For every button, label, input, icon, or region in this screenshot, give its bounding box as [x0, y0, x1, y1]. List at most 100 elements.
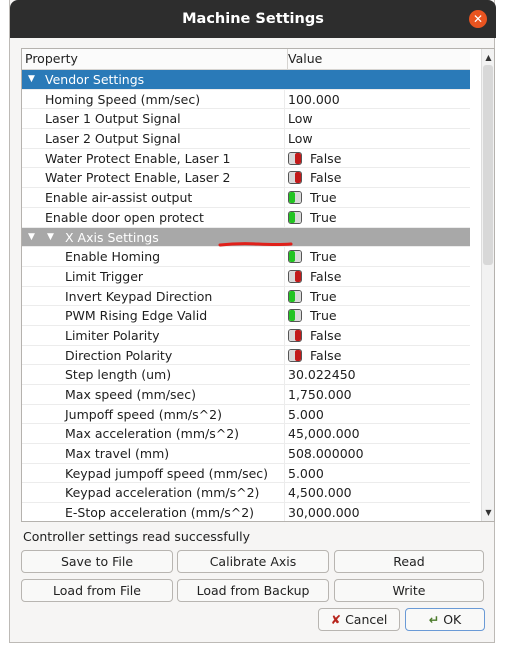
setting-row[interactable]: Enable Homing True	[22, 247, 470, 267]
setting-value[interactable]: 508.000000	[285, 444, 470, 463]
setting-row[interactable]: Keypad acceleration (mm/s^2) 4,500.000	[22, 483, 470, 504]
setting-value[interactable]: False	[285, 168, 470, 187]
setting-value[interactable]: True	[285, 287, 470, 306]
setting-value[interactable]: False	[285, 346, 470, 365]
column-header-property[interactable]: Property	[22, 49, 288, 69]
setting-value[interactable]: 5.000	[285, 405, 470, 424]
setting-row[interactable]: Water Protect Enable, Laser 1 False	[22, 148, 470, 169]
calibrate-axis-button[interactable]: Calibrate Axis	[177, 550, 329, 573]
setting-value[interactable]: 1,750.000	[285, 385, 470, 404]
setting-name: Step length (um)	[65, 367, 172, 383]
setting-row[interactable]: Max speed (mm/sec) 1,750.000	[22, 385, 470, 405]
toggle-switch-icon[interactable]	[288, 328, 302, 342]
group-label: Vendor Settings	[45, 72, 145, 87]
toggle-switch-icon[interactable]	[288, 250, 302, 264]
setting-name: Homing Speed (mm/sec)	[45, 91, 201, 107]
settings-tree[interactable]: Property Value ▼ Vendor Settings Homing …	[21, 48, 495, 522]
scroll-thumb[interactable]	[483, 65, 493, 265]
toggle-switch-icon[interactable]	[288, 348, 302, 362]
toggle-switch-icon[interactable]	[288, 151, 302, 165]
setting-row[interactable]: Max acceleration (mm/s^2) 45,000.000	[22, 424, 470, 445]
setting-row[interactable]: Keypad jumpoff speed (mm/sec) 5.000	[22, 463, 470, 484]
setting-row[interactable]: Enable door open protect True	[22, 207, 470, 228]
setting-value-text: 100.000	[288, 91, 340, 107]
setting-value[interactable]: False	[285, 326, 470, 345]
setting-value-text: False	[310, 347, 342, 363]
load-from-file-button[interactable]: Load from File	[21, 579, 173, 602]
machine-settings-dialog: Machine Settings ✕ Property Value ▼ Vend…	[9, 0, 496, 643]
toggle-switch-icon[interactable]	[288, 309, 302, 323]
setting-value-text: 30,000.000	[288, 505, 360, 521]
save-to-file-button[interactable]: Save to File	[21, 550, 173, 573]
vertical-scrollbar[interactable]: ▲ ▼	[481, 49, 494, 521]
setting-row[interactable]: Step length (um) 30.022450	[22, 365, 470, 385]
setting-value-text: True	[310, 209, 337, 225]
expand-arrow-icon[interactable]: ▼	[28, 228, 35, 247]
setting-row[interactable]: E-Stop acceleration (mm/s^2) 30,000.000	[22, 503, 470, 521]
setting-row[interactable]: Limiter Polarity False	[22, 325, 470, 346]
ok-button[interactable]: ↵ OK	[405, 608, 485, 631]
setting-value[interactable]: 5.000	[285, 464, 470, 483]
expand-arrow-icon[interactable]: ▼	[47, 228, 54, 247]
setting-name: E-Stop acceleration (mm/s^2)	[65, 505, 255, 521]
toggle-switch-icon[interactable]	[288, 269, 302, 283]
setting-row[interactable]: Max travel (mm) 508.000000	[22, 444, 470, 464]
setting-value-text: False	[310, 268, 342, 284]
setting-value-text: Low	[288, 111, 313, 127]
setting-row[interactable]: Laser 1 Output Signal Low	[22, 109, 470, 130]
setting-row[interactable]: Homing Speed (mm/sec) 100.000	[22, 89, 470, 110]
setting-name: Keypad acceleration (mm/s^2)	[65, 485, 260, 501]
setting-value[interactable]: 30.022450	[285, 365, 470, 384]
setting-row[interactable]: Direction Polarity False	[22, 345, 470, 366]
setting-value-text: True	[310, 288, 337, 304]
setting-value[interactable]: False	[285, 267, 470, 286]
setting-value[interactable]: False	[285, 149, 470, 168]
toggle-switch-icon[interactable]	[288, 210, 302, 224]
setting-value-text: False	[310, 150, 342, 166]
expand-arrow-icon[interactable]: ▼	[28, 70, 35, 89]
setting-name: Keypad jumpoff speed (mm/sec)	[65, 465, 269, 481]
setting-name: Limiter Polarity	[65, 327, 160, 343]
setting-row[interactable]: Enable air-assist output True	[22, 188, 470, 208]
load-from-backup-button[interactable]: Load from Backup	[177, 579, 329, 602]
setting-value[interactable]: 4,500.000	[285, 483, 470, 502]
setting-name: Water Protect Enable, Laser 2	[45, 170, 231, 186]
setting-name: Max speed (mm/sec)	[65, 387, 196, 402]
scroll-up-icon[interactable]: ▲	[482, 51, 494, 64]
setting-value[interactable]: Low	[285, 109, 470, 128]
setting-row[interactable]: Jumpoff speed (mm/s^2) 5.000	[22, 404, 470, 425]
setting-value[interactable]: 100.000	[285, 90, 470, 109]
cancel-button[interactable]: ✘ Cancel	[318, 608, 400, 631]
title-bar: Machine Settings ✕	[10, 0, 496, 38]
toggle-switch-icon[interactable]	[288, 191, 302, 205]
close-button[interactable]: ✕	[469, 10, 487, 28]
setting-name: Enable door open protect	[45, 209, 204, 225]
setting-name: Laser 2 Output Signal	[45, 131, 181, 147]
setting-name: Limit Trigger	[65, 268, 144, 284]
setting-name: Laser 1 Output Signal	[45, 111, 181, 127]
close-icon: ✕	[472, 12, 484, 26]
setting-value[interactable]: 45,000.000	[285, 424, 470, 443]
red-annotation-mark	[218, 242, 293, 247]
setting-value[interactable]: 30,000.000	[285, 503, 470, 521]
setting-row[interactable]: Limit Trigger False	[22, 266, 470, 287]
scroll-down-icon[interactable]: ▼	[482, 506, 494, 519]
group-vendor-settings[interactable]: ▼ Vendor Settings	[22, 70, 470, 90]
setting-row[interactable]: Laser 2 Output Signal Low	[22, 129, 470, 149]
setting-value[interactable]: True	[285, 208, 470, 227]
write-button[interactable]: Write	[334, 579, 484, 602]
setting-row[interactable]: Invert Keypad Direction True	[22, 286, 470, 307]
setting-value[interactable]: True	[285, 306, 470, 325]
cancel-label: Cancel	[345, 612, 388, 627]
setting-value[interactable]: True	[285, 247, 470, 266]
setting-row[interactable]: Water Protect Enable, Laser 2 False	[22, 168, 470, 189]
cancel-icon: ✘	[330, 612, 342, 627]
toggle-switch-icon[interactable]	[288, 171, 302, 185]
setting-value[interactable]: True	[285, 188, 470, 207]
toggle-switch-icon[interactable]	[288, 289, 302, 303]
setting-row[interactable]: PWM Rising Edge Valid True	[22, 306, 470, 326]
read-button[interactable]: Read	[334, 550, 484, 573]
status-message: Controller settings read successfully	[23, 529, 250, 544]
column-header-value[interactable]: Value	[285, 49, 473, 69]
setting-value[interactable]: Low	[285, 129, 470, 148]
